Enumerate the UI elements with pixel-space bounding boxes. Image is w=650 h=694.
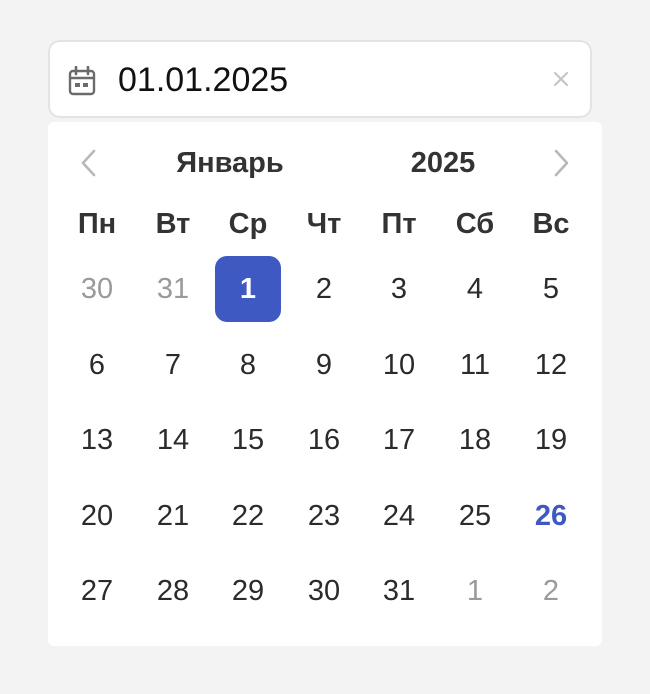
weekday-label: Ср (228, 208, 268, 240)
weekday-label: Пн (77, 208, 117, 240)
day-cell[interactable]: 15 (215, 407, 281, 473)
chevron-left-icon[interactable] (76, 148, 102, 178)
weekday-label: Чт (306, 208, 342, 240)
day-cell[interactable]: 1 (442, 558, 508, 624)
day-cell[interactable]: 28 (140, 558, 206, 624)
close-icon[interactable] (550, 68, 572, 90)
day-cell[interactable]: 3 (366, 256, 432, 322)
day-cell[interactable]: 6 (64, 332, 130, 398)
weekday-header: Пн Вт Ср Чт Пт Сб Вс (60, 206, 590, 242)
day-cell[interactable]: 2 (518, 558, 584, 624)
month-label[interactable]: Январь (170, 146, 290, 180)
day-cell[interactable]: 22 (215, 483, 281, 549)
date-input[interactable]: 01.01.2025 (48, 40, 592, 118)
weekday-label: Сб (455, 208, 495, 240)
day-cell[interactable]: 23 (291, 483, 357, 549)
day-cell[interactable]: 31 (140, 256, 206, 322)
weekday-label: Пт (381, 208, 417, 240)
day-cell[interactable]: 8 (215, 332, 281, 398)
year-label[interactable]: 2025 (388, 146, 498, 180)
day-cell[interactable]: 27 (64, 558, 130, 624)
day-cell[interactable]: 31 (366, 558, 432, 624)
day-cell[interactable]: 4 (442, 256, 508, 322)
day-cell[interactable]: 11 (442, 332, 508, 398)
day-cell[interactable]: 21 (140, 483, 206, 549)
day-cell-today[interactable]: 26 (518, 483, 584, 549)
day-cell[interactable]: 19 (518, 407, 584, 473)
day-cell[interactable]: 30 (291, 558, 357, 624)
calendar-icon (68, 65, 96, 96)
day-cell[interactable]: 20 (64, 483, 130, 549)
weekday-label: Вт (155, 208, 191, 240)
day-cell[interactable]: 10 (366, 332, 432, 398)
day-cell[interactable]: 24 (366, 483, 432, 549)
day-cell[interactable]: 9 (291, 332, 357, 398)
day-cell[interactable]: 5 (518, 256, 584, 322)
day-grid: 30 31 1 2 3 4 5 6 7 8 9 10 11 12 13 14 15 16 17 18 19 20 21 22 2… (60, 256, 590, 636)
day-cell[interactable]: 30 (64, 256, 130, 322)
day-cell[interactable]: 14 (140, 407, 206, 473)
date-value[interactable]: 01.01.2025 (118, 59, 288, 101)
day-cell[interactable]: 7 (140, 332, 206, 398)
day-cell[interactable]: 17 (366, 407, 432, 473)
day-cell[interactable]: 12 (518, 332, 584, 398)
day-cell[interactable]: 2 (291, 256, 357, 322)
day-cell[interactable]: 29 (215, 558, 281, 624)
day-cell[interactable]: 13 (64, 407, 130, 473)
weekday-label: Вс (532, 208, 570, 240)
day-cell[interactable]: 18 (442, 407, 508, 473)
calendar-popup: Январь 2025 Пн Вт Ср Чт Пт Сб Вс 30 31 1 2 3 4 5 6 7 8 9… (48, 122, 602, 646)
day-cell[interactable]: 25 (442, 483, 508, 549)
chevron-right-icon[interactable] (548, 148, 574, 178)
day-cell-selected[interactable]: 1 (215, 256, 281, 322)
day-cell[interactable]: 16 (291, 407, 357, 473)
